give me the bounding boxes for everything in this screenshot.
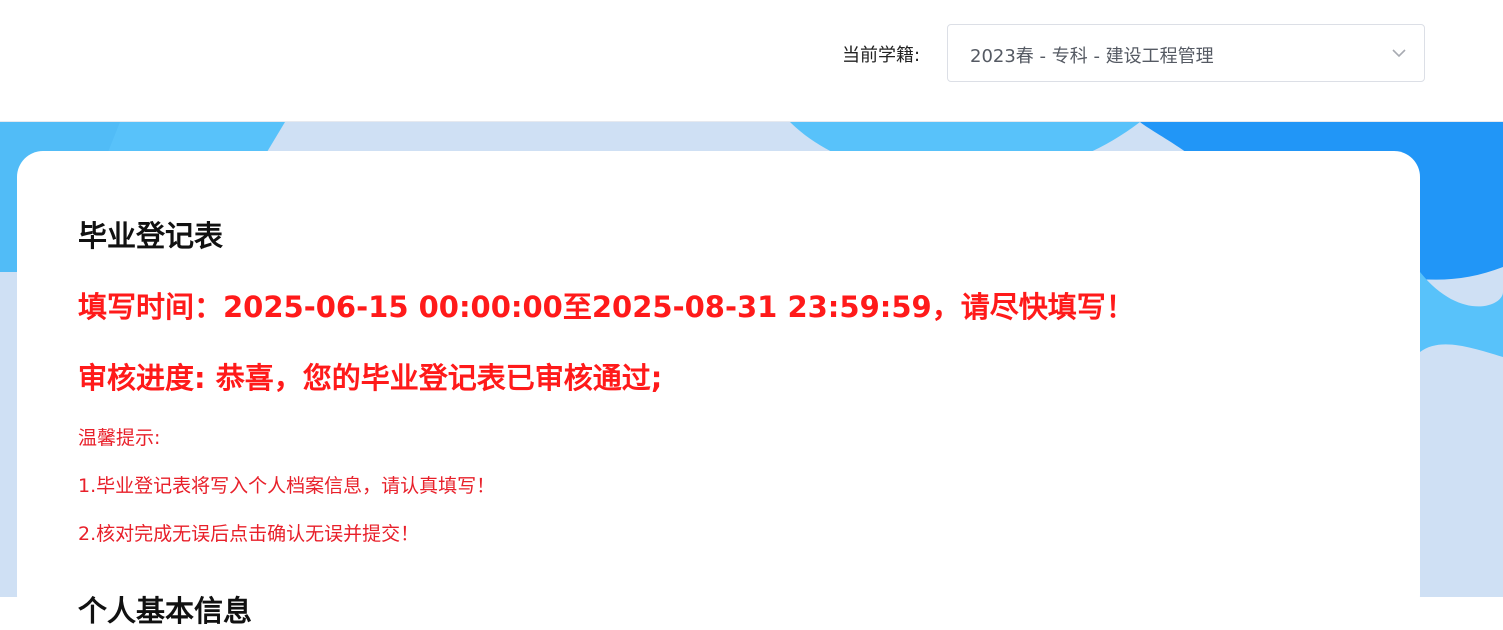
chevron-down-icon: [1390, 44, 1408, 62]
page-title: 毕业登记表: [78, 219, 224, 253]
tip-item: 2.核对完成无误后点击确认无误并提交！: [78, 523, 420, 545]
section-title-personal-info: 个人基本信息: [78, 594, 253, 628]
enrollment-label: 当前学籍:: [842, 45, 921, 66]
enrollment-select-value: 2023春 - 专科 - 建设工程管理: [970, 46, 1214, 67]
tip-item: 1.毕业登记表将写入个人档案信息，请认真填写！: [78, 475, 496, 497]
fill-deadline-notice: 填写时间：2025-06-15 00:00:00至2025-08-31 23:5…: [78, 290, 1135, 324]
enrollment-select[interactable]: 2023春 - 专科 - 建设工程管理: [947, 24, 1425, 82]
graduation-registration-card: 毕业登记表 填写时间：2025-06-15 00:00:00至2025-08-3…: [17, 151, 1420, 628]
review-progress-status: 审核进度: 恭喜，您的毕业登记表已审核通过;: [78, 361, 663, 395]
top-bar: 当前学籍: 2023春 - 专科 - 建设工程管理: [0, 0, 1503, 122]
tips-heading: 温馨提示:: [78, 427, 161, 449]
